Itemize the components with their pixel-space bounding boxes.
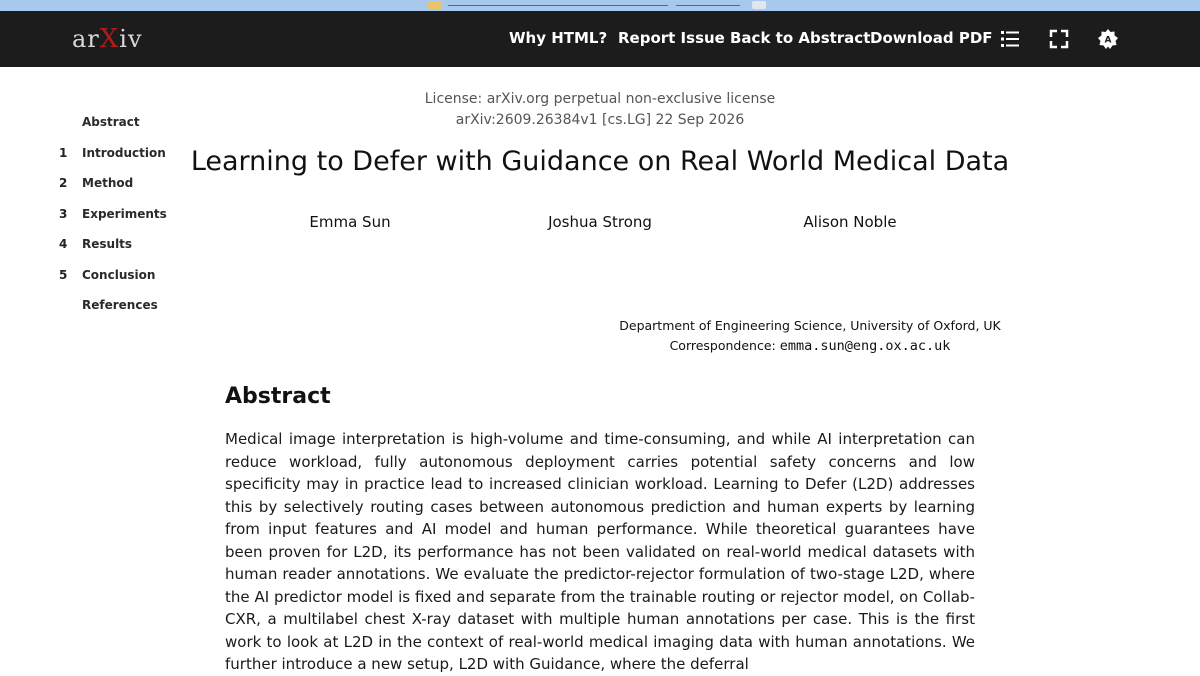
abstract-heading: Abstract (225, 384, 331, 409)
toc-label: Method (82, 176, 134, 190)
toc-num: 1 (59, 146, 68, 160)
paper-title: Learning to Defer with Guidance on Real … (190, 146, 1010, 177)
toc-label: Abstract (82, 115, 140, 129)
toc-label: Conclusion (82, 268, 156, 282)
banner-line (448, 5, 668, 6)
report-issue-link[interactable]: Report Issue (618, 29, 725, 47)
toc-label: Experiments (82, 207, 167, 221)
arxiv-id-line: arXiv:2609.26384v1 [cs.LG] 22 Sep 2026 (455, 112, 745, 128)
correspondence-label: Correspondence: (669, 338, 776, 353)
affiliation: Department of Engineering Science, Unive… (619, 318, 1001, 333)
logo-ar: ar (72, 25, 100, 53)
author-name: Joshua Strong (548, 213, 652, 231)
svg-text:A: A (1105, 36, 1112, 46)
toc-label: References (82, 298, 158, 312)
browser-banner (0, 0, 1200, 11)
logo-iv: iv (119, 25, 143, 53)
banner-close-chip (752, 1, 766, 9)
toc-num: 3 (59, 207, 68, 221)
license-line[interactable]: License: arXiv.org perpetual non-exclusi… (300, 91, 900, 107)
fullscreen-icon[interactable] (1048, 28, 1070, 50)
author-name: Alison Noble (803, 213, 897, 231)
toc-num: 4 (59, 237, 68, 251)
why-html-link[interactable]: Why HTML? (509, 29, 607, 47)
author-name: Emma Sun (309, 213, 391, 231)
banner-icon (428, 1, 442, 9)
toc-num: 5 (59, 268, 68, 282)
correspondence-line: Correspondence: emma.sun@eng.ox.ac.uk (560, 338, 1060, 354)
banner-link-line (676, 5, 740, 6)
back-to-abstract-link[interactable]: Back to Abstract (730, 29, 870, 47)
top-navbar: arXiv arXiv Why HTML? Report Issue Back … (0, 11, 1200, 67)
arxiv-logo[interactable]: arXiv arXiv (72, 23, 143, 55)
correspondence-email[interactable]: emma.sun@eng.ox.ac.uk (780, 338, 951, 354)
toc-num: 2 (59, 176, 68, 190)
logo-x: X (99, 24, 120, 54)
toc-label: Results (82, 237, 133, 251)
settings-icon[interactable]: A (1097, 28, 1119, 50)
abstract-text: Medical image interpretation is high-vol… (225, 430, 975, 673)
list-icon[interactable] (999, 28, 1021, 50)
download-pdf-link[interactable]: Download PDF (870, 29, 993, 47)
